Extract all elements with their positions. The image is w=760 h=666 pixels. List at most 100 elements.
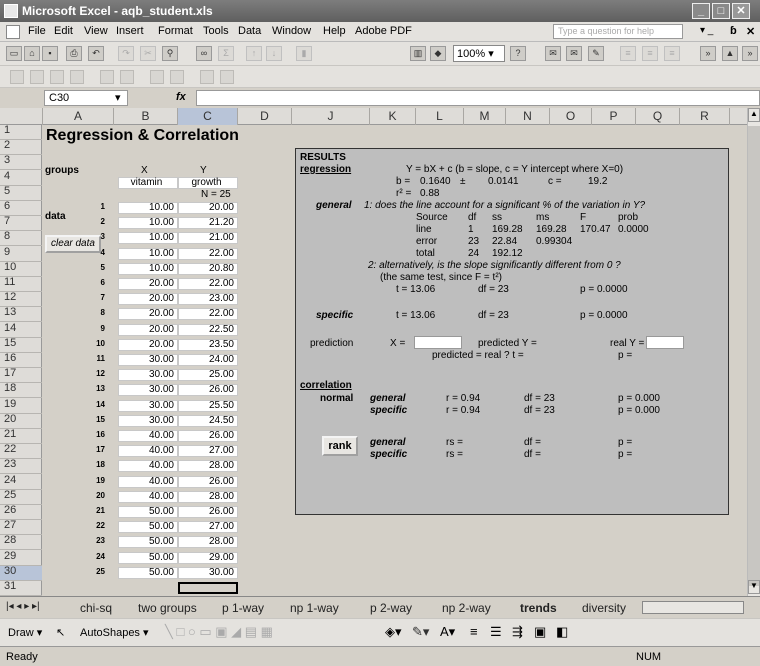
x-value-cell[interactable]: 30.00 xyxy=(118,400,178,412)
y-value-cell[interactable]: 26.00 xyxy=(178,506,238,518)
cut-icon[interactable]: ✂ xyxy=(140,46,156,61)
row-header[interactable]: 10 xyxy=(0,262,42,277)
menu-window[interactable]: Window xyxy=(272,25,311,37)
column-header-c[interactable]: C xyxy=(178,108,238,125)
menu-file[interactable]: File xyxy=(28,25,46,37)
open-icon[interactable]: ⌂ xyxy=(24,46,40,61)
x-value-cell[interactable]: 20.00 xyxy=(118,339,178,351)
y-value-cell[interactable]: 24.50 xyxy=(178,415,238,427)
column-header-o[interactable]: O xyxy=(550,108,592,125)
toolbar-button[interactable] xyxy=(70,70,84,84)
menu-adobe-pdf[interactable]: Adobe PDF xyxy=(355,25,412,37)
chart-icon[interactable]: ▥ xyxy=(410,46,426,61)
y-value-cell[interactable]: 22.00 xyxy=(178,278,238,290)
drawing-icon[interactable]: ◆ xyxy=(430,46,446,61)
sheet-tab[interactable]: p 2-way xyxy=(370,601,412,615)
insert-hyperlink-icon[interactable]: ∞ xyxy=(196,46,212,61)
align-right-icon[interactable]: ≡ xyxy=(664,46,680,61)
name-box[interactable]: C30 ▾ xyxy=(44,90,128,106)
row-header[interactable]: 26 xyxy=(0,505,42,520)
y-value-cell[interactable]: 28.00 xyxy=(178,491,238,503)
toolbar-more-icon[interactable]: » xyxy=(742,46,758,61)
x-value-cell[interactable]: 10.00 xyxy=(118,202,178,214)
row-header[interactable]: 24 xyxy=(0,475,42,490)
x-variable-name[interactable]: vitamin xyxy=(118,177,178,189)
x-value-cell[interactable]: 20.00 xyxy=(118,293,178,305)
toolbar-button[interactable] xyxy=(30,70,44,84)
line-color-icon[interactable]: ✎▾ xyxy=(412,624,429,640)
row-header[interactable]: 12 xyxy=(0,292,42,307)
review-icon[interactable]: ✎ xyxy=(588,46,604,61)
row-header[interactable]: 23 xyxy=(0,459,42,474)
row-header[interactable]: 3 xyxy=(0,155,42,170)
help-search-input[interactable]: Type a question for help xyxy=(553,24,683,39)
menu-insert[interactable]: Insert xyxy=(116,25,144,37)
column-header-r[interactable]: R xyxy=(680,108,730,125)
sheet-tab[interactable]: two groups xyxy=(138,601,197,615)
row-header[interactable]: 30 xyxy=(0,566,42,581)
x-value-cell[interactable]: 20.00 xyxy=(118,278,178,290)
tab-scroll-buttons[interactable]: |◂ ◂ ▸ ▸| xyxy=(6,601,40,612)
row-header[interactable]: 21 xyxy=(0,429,42,444)
y-value-cell[interactable]: 27.00 xyxy=(178,445,238,457)
row-header[interactable]: 2 xyxy=(0,140,42,155)
row-header[interactable]: 29 xyxy=(0,551,42,566)
redo-icon[interactable]: ↷ xyxy=(118,46,134,61)
y-value-cell[interactable]: 23.00 xyxy=(178,293,238,305)
toolbar-button[interactable] xyxy=(50,70,64,84)
x-value-cell[interactable]: 50.00 xyxy=(118,552,178,564)
y-value-cell[interactable]: 27.00 xyxy=(178,521,238,533)
menu-help[interactable]: Help xyxy=(323,25,346,37)
menu-tools[interactable]: Tools xyxy=(203,25,229,37)
toolbar-button[interactable] xyxy=(120,70,134,84)
scroll-down-icon[interactable]: ▼ xyxy=(748,580,760,594)
toolbar-button[interactable] xyxy=(200,70,214,84)
menu-data[interactable]: Data xyxy=(238,25,261,37)
font-color-icon[interactable]: A▾ xyxy=(440,624,455,640)
sheet-tab[interactable]: np 1-way xyxy=(290,601,339,615)
row-header[interactable]: 22 xyxy=(0,444,42,459)
y-value-cell[interactable]: 22.50 xyxy=(178,324,238,336)
x-value-cell[interactable]: 50.00 xyxy=(118,536,178,548)
shape-tools-icon[interactable]: ╲ □ ○ ▭ ▣ ◢ ▤ ▦ xyxy=(165,624,273,640)
line-style-icon[interactable]: ≡ xyxy=(470,624,478,639)
toolbar-options-icon[interactable]: » xyxy=(700,46,716,61)
row-header[interactable]: 31 xyxy=(0,581,42,596)
sort-descending-icon[interactable]: ↓ xyxy=(266,46,282,61)
chart-toolbar-icon[interactable]: ▲ xyxy=(722,46,738,61)
row-header[interactable]: 1 xyxy=(0,125,42,140)
x-value-cell[interactable]: 30.00 xyxy=(118,415,178,427)
row-header[interactable]: 8 xyxy=(0,231,42,246)
autoshapes-menu[interactable]: AutoShapes ▾ xyxy=(80,626,149,639)
menu-view[interactable]: View xyxy=(84,25,108,37)
worksheet-grid[interactable]: Regression & Correlation groups X Y vita… xyxy=(43,125,747,596)
new-icon[interactable]: ▭ xyxy=(6,46,22,61)
column-header-p[interactable]: P xyxy=(592,108,636,125)
x-value-cell[interactable]: 50.00 xyxy=(118,506,178,518)
row-header[interactable]: 17 xyxy=(0,368,42,383)
autosum-icon[interactable]: Σ xyxy=(218,46,234,61)
y-value-cell[interactable]: 26.00 xyxy=(178,384,238,396)
x-value-cell[interactable]: 10.00 xyxy=(118,217,178,229)
shadow-style-icon[interactable]: ▣ xyxy=(534,624,546,640)
row-header[interactable]: 27 xyxy=(0,520,42,535)
row-header[interactable]: 15 xyxy=(0,338,42,353)
workbook-icon[interactable] xyxy=(6,25,20,39)
x-value-cell[interactable]: 10.00 xyxy=(118,248,178,260)
row-header[interactable]: 13 xyxy=(0,307,42,322)
row-header[interactable]: 4 xyxy=(0,171,42,186)
column-header-m[interactable]: M xyxy=(464,108,506,125)
y-value-cell[interactable]: 26.00 xyxy=(178,476,238,488)
x-value-cell[interactable]: 20.00 xyxy=(118,324,178,336)
vertical-scrollbar[interactable]: ▲ ▼ xyxy=(747,108,760,596)
y-value-cell[interactable]: 25.00 xyxy=(178,369,238,381)
pdf-icon[interactable]: ✉ xyxy=(545,46,561,61)
function-icon[interactable]: fx xyxy=(176,91,186,103)
x-value-cell[interactable]: 40.00 xyxy=(118,430,178,442)
prediction-x-input[interactable] xyxy=(414,336,462,349)
y-value-cell[interactable]: 21.00 xyxy=(178,232,238,244)
row-header[interactable]: 5 xyxy=(0,186,42,201)
column-header-n[interactable]: N xyxy=(506,108,550,125)
row-header[interactable]: 18 xyxy=(0,383,42,398)
align-left-icon[interactable]: ≡ xyxy=(620,46,636,61)
